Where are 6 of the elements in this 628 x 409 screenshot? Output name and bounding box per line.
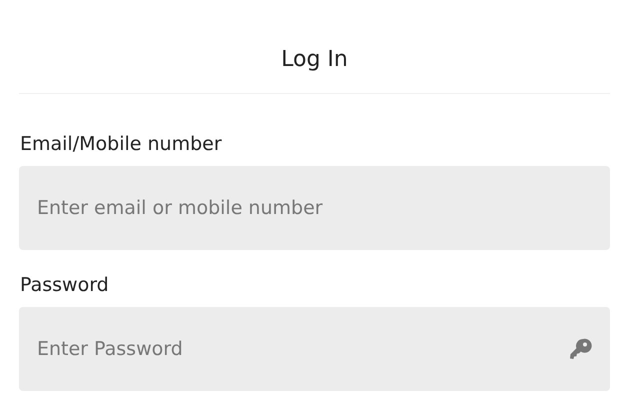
password-field[interactable]: Enter Password: [19, 307, 610, 391]
input-field[interactable]: Enter email or mobile number: [19, 166, 610, 250]
key-icon: [568, 337, 592, 361]
field-label: Password: [20, 273, 110, 297]
page-title: Log In: [281, 46, 348, 74]
field-label: Email/Mobile number: [20, 132, 223, 156]
